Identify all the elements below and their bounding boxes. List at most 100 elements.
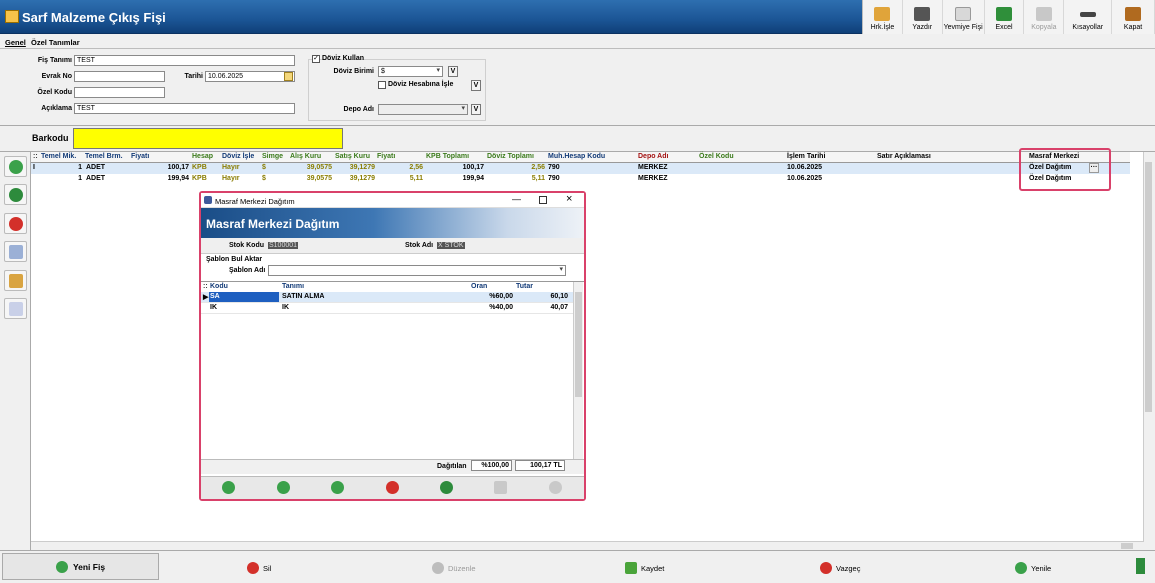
col-satis-kuru[interactable]: Satış Kuru [335,153,370,160]
cell-doviz-toplami: 5,11 [531,175,545,182]
excel-button[interactable]: Excel [985,0,1025,34]
col-muh-hesap-kodu[interactable]: Muh.Hesap Kodu [548,153,605,160]
grid-horizontal-scrollbar[interactable] [31,541,1143,550]
refresh-icon [1015,562,1027,574]
add-icon[interactable] [331,481,344,494]
plus-icon [9,160,23,174]
col-kpb-toplami[interactable]: KPB Toplamı [426,153,469,160]
col-hesap[interactable]: Hesap [192,153,213,160]
eraser-icon [9,245,23,259]
scroll-thumb[interactable] [1145,162,1152,412]
dagitilan-tutar: 100,17 TL [515,460,565,471]
cell-kodu[interactable]: SA [209,292,279,302]
yeni-fis-button[interactable]: Yeni Fiş [2,553,159,580]
dialog-grid-drag-handle[interactable]: :: [203,283,208,290]
dialog-vertical-scrollbar[interactable] [573,282,583,459]
cell-tutar: 40,07 [550,304,568,311]
calendar-icon[interactable] [284,72,293,81]
evrak-no-input[interactable] [74,71,165,82]
dagitilan-label: Dağıtılan [437,463,467,470]
col-doviz-toplami[interactable]: Döviz Toplamı [487,153,534,160]
tab-genel[interactable]: Genel [5,38,26,47]
depo-adi-v-button[interactable]: V [471,104,481,115]
duzenle-button[interactable]: Düzenle [432,562,476,574]
remove-icon[interactable] [386,481,399,494]
cell-muh: 790 [548,175,560,182]
row-pointer-icon: ▶ [203,294,209,301]
sablon-adi-select[interactable]: ▾ [268,265,566,276]
close-icon[interactable]: × [566,193,572,205]
yazdir-button[interactable]: Yazdır [903,0,943,34]
table-row[interactable]: IK IK %40,00 40,07 [201,303,573,314]
col-satir-aciklamasi[interactable]: Satır Açıklaması [877,153,931,160]
col-ozel-kodu[interactable]: Özel Kodu [699,153,734,160]
scroll-thumb[interactable] [575,292,582,397]
vazgec-button[interactable]: Vazgeç [820,562,860,574]
col-fiyati-doviz[interactable]: Fiyatı [377,153,395,160]
cell-alis-kuru: 39,0575 [306,175,332,182]
number-button[interactable] [4,298,27,319]
kisayollar-button[interactable]: Kısayollar [1064,0,1113,34]
col-fiyati[interactable]: Fiyatı [131,153,149,160]
delete-row-button[interactable] [4,213,27,234]
table-row[interactable]: I 1 ADET 100,17 KPB Hayır $ 39,0575 39,1… [31,163,1130,174]
col-temel-mik[interactable]: Temel Mik. [41,153,76,160]
minimize-icon[interactable]: — [512,194,521,204]
doviz-birimi-select[interactable]: $ ▾ [378,66,443,77]
yenile-button[interactable]: Yenile [1015,562,1051,574]
check-icon [625,562,637,574]
table-row[interactable]: 1 ADET 199,94 KPB Hayır $ 39,0575 39,127… [31,174,1130,185]
ozel-kodu-input[interactable] [74,87,165,98]
fis-tanimi-input[interactable]: TEST [74,55,295,66]
table-row[interactable]: ▶ SA SATIN ALMA %60,00 60,10 [201,292,573,303]
insert-row-button[interactable] [4,184,27,205]
dcol-tanimi[interactable]: Tanımı [282,283,304,290]
kopyala-button[interactable]: Kopyala [1024,0,1065,34]
barcode-input[interactable] [73,128,343,149]
stok-adi-value: X STOK [437,242,465,249]
arrow-up-icon[interactable] [1136,558,1145,574]
hrk-isle-button[interactable]: Hrk.İşle [863,0,903,34]
maximize-icon[interactable] [539,196,547,204]
cancel-icon [820,562,832,574]
exit-door-icon [1125,7,1142,21]
stock-button[interactable] [4,270,27,291]
tab-ozel-tanimlar[interactable]: Özel Tanımlar [31,38,80,47]
sablon-adi-label: Şablon Adı [229,267,266,274]
edit-icon[interactable] [440,481,453,494]
doviz-kullan-checkbox[interactable]: ✓ [312,55,320,63]
add-row-button[interactable] [4,156,27,177]
kaydet-button[interactable]: Kaydet [625,562,664,574]
doviz-hesabina-v-button[interactable]: V [471,80,481,91]
col-islem-tarihi[interactable]: İşlem Tarihi [787,153,825,160]
doviz-kullan-label: Döviz Kullan [322,55,365,62]
back-arrow-icon[interactable] [222,481,235,494]
number-icon [9,302,23,316]
dcol-kodu[interactable]: Kodu [210,283,228,290]
cell-doviz-isle: Hayır [222,164,240,171]
doviz-hesabina-isle-checkbox[interactable] [378,81,386,89]
evrak-no-label: Evrak No [41,73,72,80]
grid-drag-handle[interactable]: :: [33,153,38,160]
scroll-thumb[interactable] [1121,543,1133,549]
check-icon[interactable] [494,481,507,494]
col-depo-adi[interactable]: Depo Adı [638,153,668,160]
dcol-oran[interactable]: Oran [471,283,487,290]
aciklama-input[interactable]: TEST [74,103,295,114]
yevmiye-fisi-button[interactable]: Yevmiye Fişi [943,0,985,34]
tarihi-input[interactable]: 10.06.2025 [205,71,295,82]
forward-arrow-icon[interactable] [277,481,290,494]
col-simge[interactable]: Simge [262,153,283,160]
cancel-icon[interactable] [549,481,562,494]
sil-button[interactable]: Sil [247,562,271,574]
depo-adi-select[interactable]: ▾ [378,104,468,115]
dcol-tutar[interactable]: Tutar [516,283,533,290]
grid-vertical-scrollbar[interactable] [1143,152,1153,542]
col-doviz-isle[interactable]: Döviz İşle [222,153,254,160]
doviz-birimi-v-button[interactable]: V [448,66,458,77]
col-alis-kuru[interactable]: Alış Kuru [290,153,321,160]
cell-fiyat-doviz: 2,56 [409,164,423,171]
col-temel-brm[interactable]: Temel Brm. [85,153,123,160]
edit-row-button[interactable] [4,241,27,262]
kapat-button[interactable]: Kapat [1112,0,1155,34]
